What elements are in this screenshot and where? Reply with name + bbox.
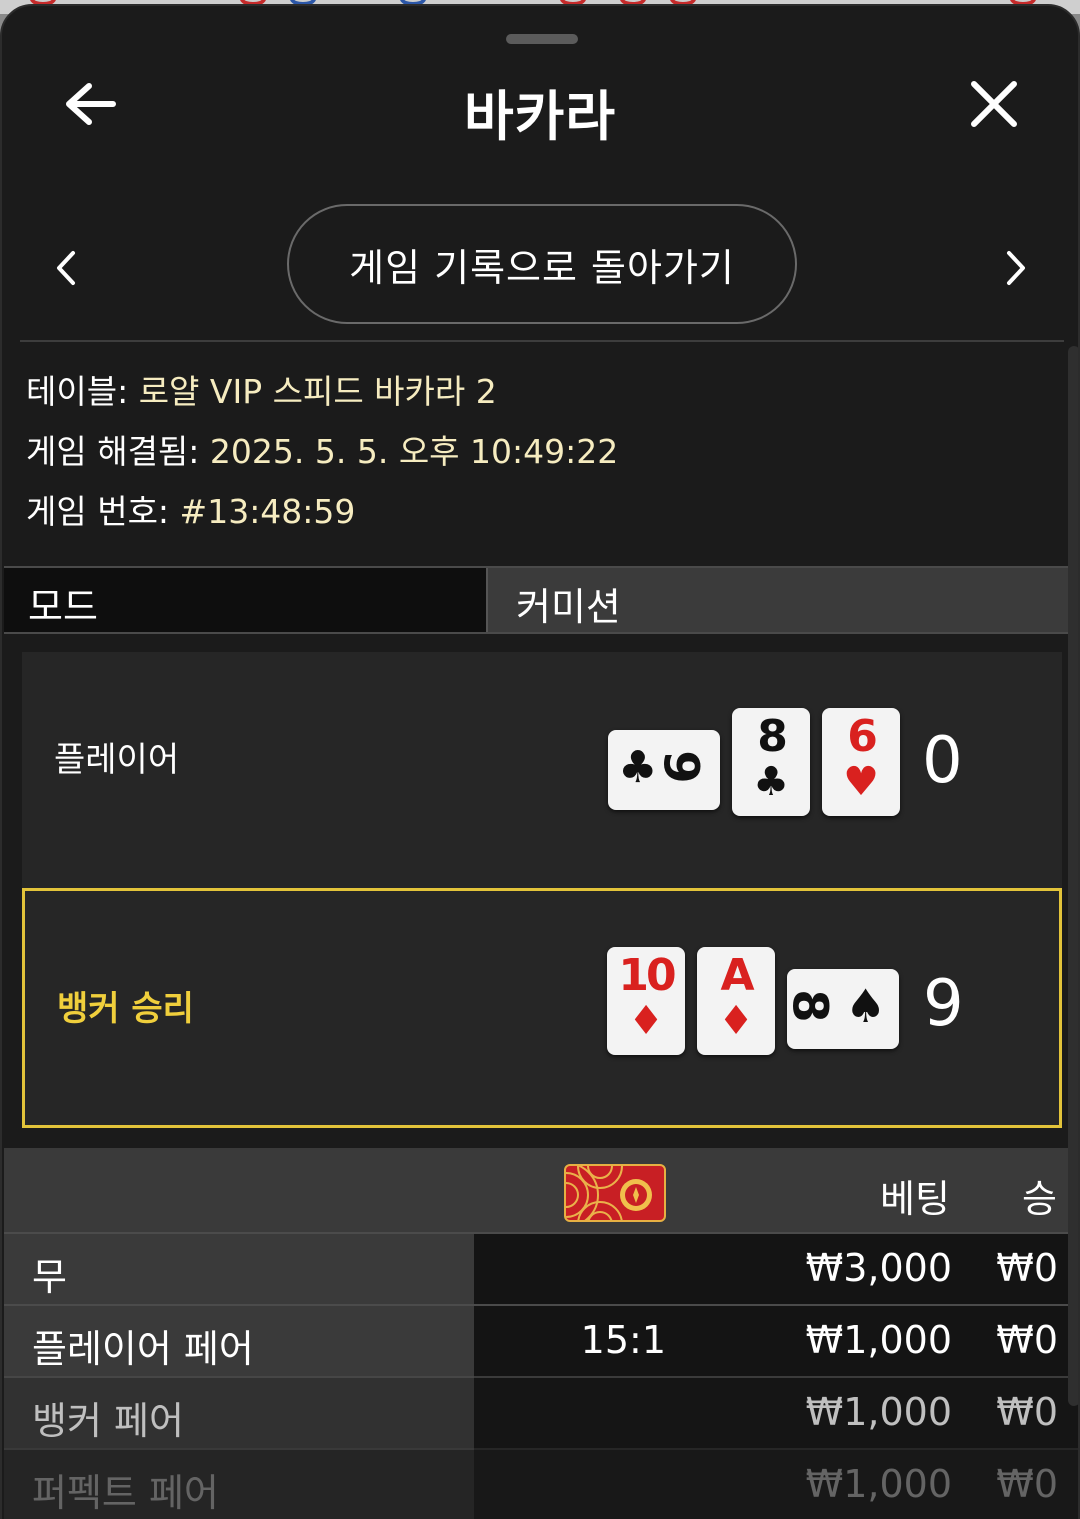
win-amount: ₩0 (996, 1390, 1058, 1434)
bet-name: 플레이어 페어 (4, 1306, 474, 1378)
bet-odds: 15:1 (580, 1318, 666, 1362)
mode-row: 모드 커미션 (4, 566, 1078, 634)
bet-amount: ₩1,000 (805, 1390, 952, 1434)
banker-label: 뱅커 승리 (57, 989, 194, 1029)
bet-amount: ₩3,000 (805, 1246, 952, 1290)
bonus-chip-icon (564, 1164, 666, 1222)
chevron-right-icon (1007, 251, 1025, 285)
baccarat-details-sheet: 바카라 게임 기록으로 돌아가기 테이블: 로얄 VIP 스피드 바카라 2 게… (0, 4, 1080, 1519)
close-icon (971, 81, 1017, 127)
player-hand: 플레이어 ♣ 9 8 ♣ 6 ♥ 0 (22, 652, 1062, 888)
game-number-info: 게임 번호: #13:48:59 (26, 492, 355, 532)
resolved-label: 게임 해결됨: (26, 432, 200, 471)
player-label: 플레이어 (54, 740, 180, 780)
card-sideways: 8 ♠ (782, 969, 899, 1049)
game-number-value: #13:48:59 (169, 492, 356, 531)
next-game-button[interactable] (996, 242, 1036, 294)
banker-score: 9 (923, 967, 964, 1041)
table-row: 플레이어 페어 15:1 ₩1,000 ₩0 (4, 1304, 1078, 1378)
table-value: 로얄 VIP 스피드 바카라 2 (128, 372, 497, 411)
card-upright: 8 ♣ (732, 708, 810, 816)
bet-amount: ₩1,000 (805, 1318, 952, 1362)
bet-name: 퍼펙트 페어 (4, 1450, 474, 1519)
resolved-value: 2025. 5. 5. 오후 10:49:22 (199, 432, 619, 471)
card-upright: A ♦ (697, 947, 775, 1055)
card-upright: 6 ♥ (822, 708, 900, 816)
divider (20, 340, 1064, 342)
bet-name: 무 (4, 1234, 474, 1306)
win-amount: ₩0 (996, 1462, 1058, 1506)
bet-column-header: 베팅 (880, 1177, 950, 1221)
bets-table-header: 베팅 승 (4, 1148, 1078, 1234)
mode-label: 모드 (4, 568, 486, 632)
win-column-header: 승 (1022, 1177, 1057, 1221)
table-info: 테이블: 로얄 VIP 스피드 바카라 2 (26, 372, 497, 412)
table-row: 뱅커 페어 ₩1,000 ₩0 (4, 1376, 1078, 1450)
game-number-label: 게임 번호: (26, 492, 170, 531)
drag-handle[interactable] (506, 34, 578, 44)
close-button[interactable] (964, 74, 1024, 134)
card-sideways: ♣ 9 (608, 730, 720, 810)
resolved-info: 게임 해결됨: 2025. 5. 5. 오후 10:49:22 (26, 432, 618, 472)
bet-name: 뱅커 페어 (4, 1378, 474, 1450)
page-title: 바카라 (463, 85, 617, 148)
win-amount: ₩0 (996, 1246, 1058, 1290)
player-score: 0 (922, 724, 963, 798)
scrollbar[interactable] (1068, 346, 1078, 1406)
banker-hand: 뱅커 승리 10 ♦ A ♦ 8 ♠ 9 (22, 888, 1062, 1128)
chevron-left-icon (57, 251, 75, 285)
previous-game-button[interactable] (46, 242, 86, 294)
card-upright: 10 ♦ (607, 947, 685, 1055)
table-row: 퍼펙트 페어 ₩1,000 ₩0 (4, 1448, 1078, 1519)
win-amount: ₩0 (996, 1318, 1058, 1362)
table-row: 무 ₩3,000 ₩0 (4, 1232, 1078, 1306)
bet-amount: ₩1,000 (805, 1462, 952, 1506)
back-to-history-button[interactable]: 게임 기록으로 돌아가기 (287, 204, 797, 324)
table-label: 테이블: (26, 372, 129, 411)
mode-value: 커미션 (486, 568, 1078, 632)
